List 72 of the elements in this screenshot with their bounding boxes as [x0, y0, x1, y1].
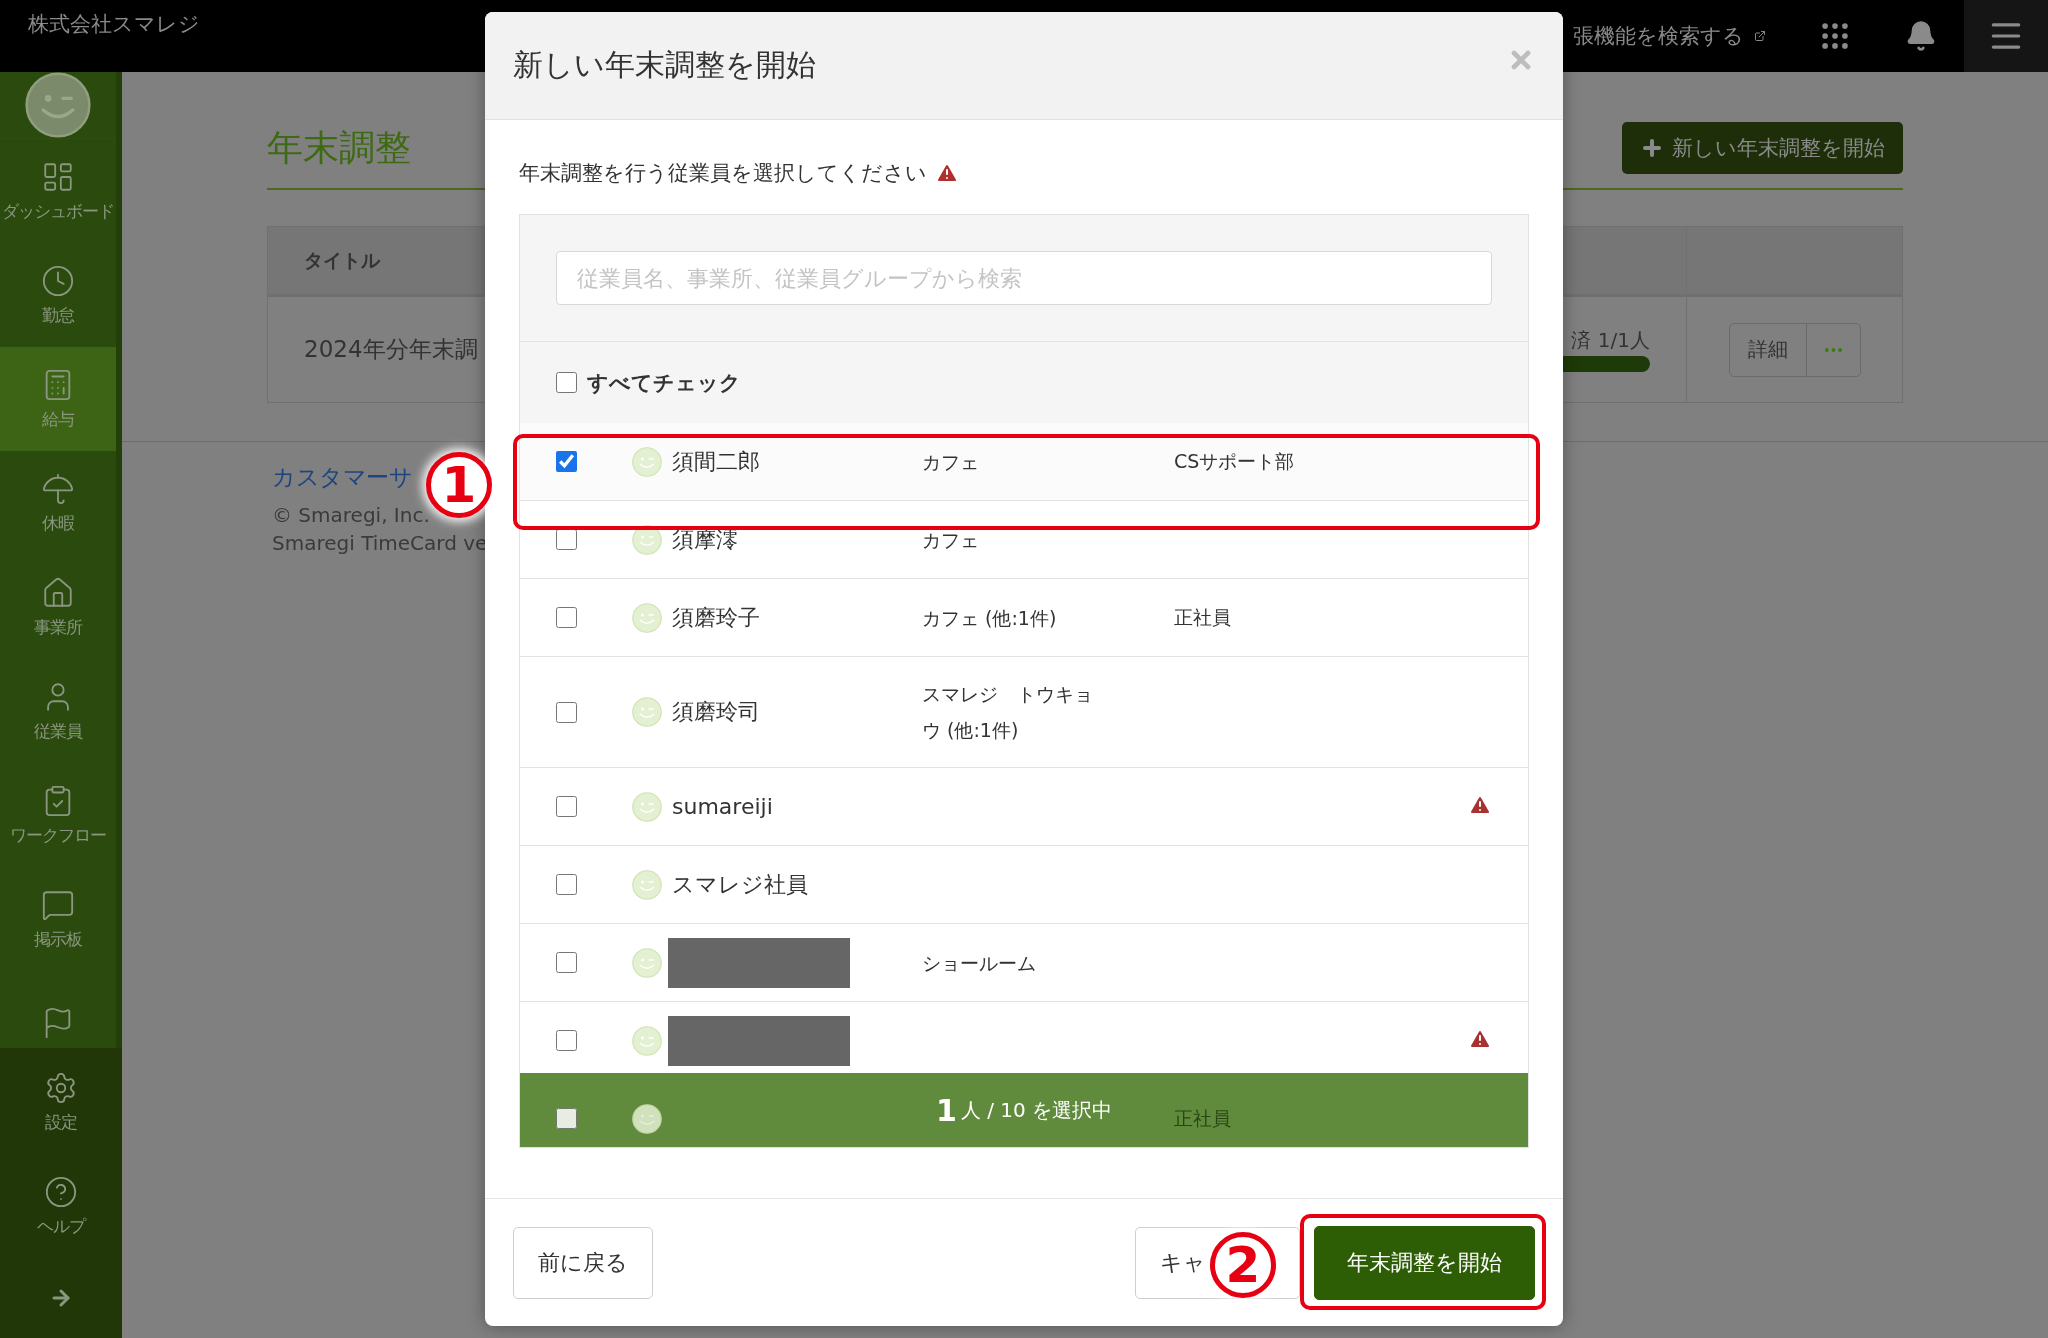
selection-summary-text: 人 / 10 を選択中	[960, 1096, 1113, 1124]
avatar-icon	[632, 1025, 662, 1056]
dots-icon	[1824, 347, 1842, 352]
store-name: カフェ	[922, 449, 980, 475]
avatar-icon	[632, 791, 662, 822]
sidebar-item[interactable]: 従業員	[0, 659, 116, 763]
check-all-checkbox[interactable]	[556, 372, 577, 393]
search-field[interactable]: 従業員名、事業所、従業員グループから検索	[556, 251, 1492, 305]
sidebar-item[interactable]: ヘルプ	[0, 1154, 122, 1258]
company-name: 株式会社スマレジ	[27, 11, 200, 38]
sidebar-item[interactable]: 給与	[0, 347, 116, 451]
check-all-label: すべてチェック	[587, 369, 741, 397]
sidebar-item-icon	[44, 1174, 78, 1209]
employee-checkbox[interactable]	[556, 1030, 577, 1051]
step-marker: 1	[426, 452, 492, 518]
employee-checkbox[interactable]	[556, 451, 577, 472]
avatar-icon	[632, 947, 662, 978]
bell-icon	[1905, 20, 1937, 52]
version-text: Smaregi TimeCard ve	[272, 531, 488, 555]
employee-name: sumareiji	[671, 794, 773, 819]
store-name: カフェ	[922, 527, 980, 553]
sidebar-item[interactable]: 勤怠	[0, 243, 116, 347]
employee-checkbox[interactable]	[556, 607, 577, 628]
employee-name: スマレジ社員	[671, 871, 808, 897]
avatar-icon	[632, 1103, 662, 1134]
sidebar-item[interactable]: 設定	[0, 1050, 122, 1154]
store-name: スマレジ トウキョウ (他:1件)	[922, 682, 1094, 743]
instruction-text: 年末調整を行う従業員を選択してください	[519, 160, 927, 187]
support-link[interactable]: カスタマーサ	[272, 462, 412, 493]
employee-checkbox[interactable]	[556, 529, 577, 550]
sidebar-item[interactable]: ダッシュボード	[0, 139, 116, 243]
employee-checkbox[interactable]	[556, 796, 577, 817]
sidebar-item[interactable]: 事業所	[0, 555, 116, 659]
sidebar-item-icon	[41, 263, 75, 298]
avatar-icon	[25, 72, 91, 138]
selected-count: 1	[935, 1092, 957, 1128]
sidebar-item-icon	[41, 471, 75, 506]
new-adjustment-button[interactable]: 新しい年末調整を開始	[1622, 122, 1903, 174]
modal-title: 新しい年末調整を開始	[513, 46, 816, 84]
avatar-icon	[632, 446, 662, 477]
extension-search-link[interactable]: 張機能を検索する	[1573, 22, 1766, 50]
back-button[interactable]: 前に戻る	[513, 1226, 653, 1299]
employee-group: 正社員	[1174, 1106, 1231, 1129]
employee-checkbox[interactable]	[556, 1108, 577, 1129]
store-name: ショールーム	[922, 950, 1037, 976]
progress-text: 済 1/1人	[1570, 327, 1650, 354]
sidebar-item[interactable]: 休暇	[0, 451, 116, 555]
employee-checkbox[interactable]	[556, 701, 577, 723]
sidebar-item[interactable]: ワークフロー	[0, 763, 116, 867]
page-title: 年末調整	[267, 125, 411, 170]
plus-icon	[1640, 136, 1664, 160]
avatar-icon	[632, 524, 662, 555]
store-name: カフェ (他:1件)	[922, 605, 1058, 631]
table-cell-text: 2024年分年末調	[304, 335, 478, 364]
avatar-icon	[632, 602, 662, 633]
sidebar-item[interactable]: 掲示板	[0, 867, 116, 971]
external-link-icon	[1754, 30, 1766, 42]
avatar-icon	[632, 869, 662, 900]
sidebar-item-icon	[41, 575, 75, 610]
menu-button[interactable]	[1964, 0, 2048, 72]
sidebar-item-icon	[44, 1070, 78, 1105]
employee-group: CSサポート部	[1174, 449, 1295, 472]
employee-row[interactable]: 須間二郎 カフェ CSサポート部	[520, 423, 1528, 501]
employee-name: 須間二郎	[671, 448, 760, 474]
start-button[interactable]: 年末調整を開始	[1314, 1225, 1535, 1300]
employee-checkbox[interactable]	[556, 874, 577, 895]
employee-name: 須摩澪	[671, 526, 738, 552]
employee-name: 須磨玲司	[671, 699, 760, 724]
avatar-icon	[632, 697, 662, 727]
employee-group: 正社員	[1174, 605, 1231, 628]
employee-name: 須磨玲子	[671, 604, 760, 630]
employee-checkbox[interactable]	[556, 952, 577, 973]
